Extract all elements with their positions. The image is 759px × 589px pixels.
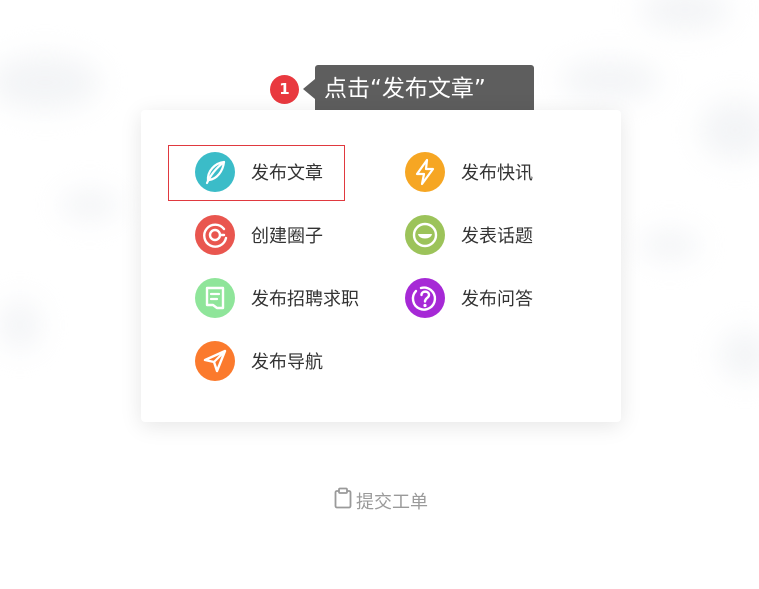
clipboard-icon (333, 487, 353, 514)
background-blob (0, 55, 100, 110)
lightning-icon (405, 152, 445, 192)
menu-item-label: 创建圈子 (251, 226, 323, 247)
menu-item-post-topic[interactable]: 发表话题 (405, 215, 533, 255)
background-blob (560, 60, 660, 100)
question-icon (405, 278, 445, 318)
menu-item-publish-nav[interactable]: 发布导航 (195, 341, 323, 381)
circle-group-icon (195, 215, 235, 255)
menu-item-label: 发布问答 (461, 289, 533, 310)
background-blob (640, 230, 700, 260)
menu-item-publish-qa[interactable]: 发布问答 (405, 278, 533, 318)
instruction-tooltip: 点击“发布文章” (315, 65, 534, 113)
menu-item-publish-article[interactable]: 发布文章 (195, 152, 323, 192)
menu-item-label: 发布招聘求职 (251, 289, 359, 310)
menu-item-create-circle[interactable]: 创建圈子 (195, 215, 323, 255)
background-blob (0, 300, 40, 350)
submit-ticket-link[interactable]: 提交工单 (333, 487, 428, 514)
tooltip-arrow (303, 79, 315, 99)
menu-item-publish-job[interactable]: 发布招聘求职 (195, 278, 359, 318)
menu-item-label: 发布文章 (251, 163, 323, 184)
document-icon (195, 278, 235, 318)
background-blob (720, 330, 759, 380)
menu-item-label: 发布导航 (251, 352, 323, 373)
step-number-badge: 1 (270, 75, 299, 104)
background-blob (60, 190, 120, 220)
submit-ticket-label: 提交工单 (356, 491, 428, 513)
menu-item-publish-flash[interactable]: 发布快讯 (405, 152, 533, 192)
background-blob (700, 100, 759, 160)
chat-bubble-icon (405, 215, 445, 255)
send-icon (195, 341, 235, 381)
menu-item-label: 发布快讯 (461, 163, 533, 184)
menu-item-label: 发表话题 (461, 226, 533, 247)
background-blob (640, 0, 730, 30)
feather-icon (195, 152, 235, 192)
